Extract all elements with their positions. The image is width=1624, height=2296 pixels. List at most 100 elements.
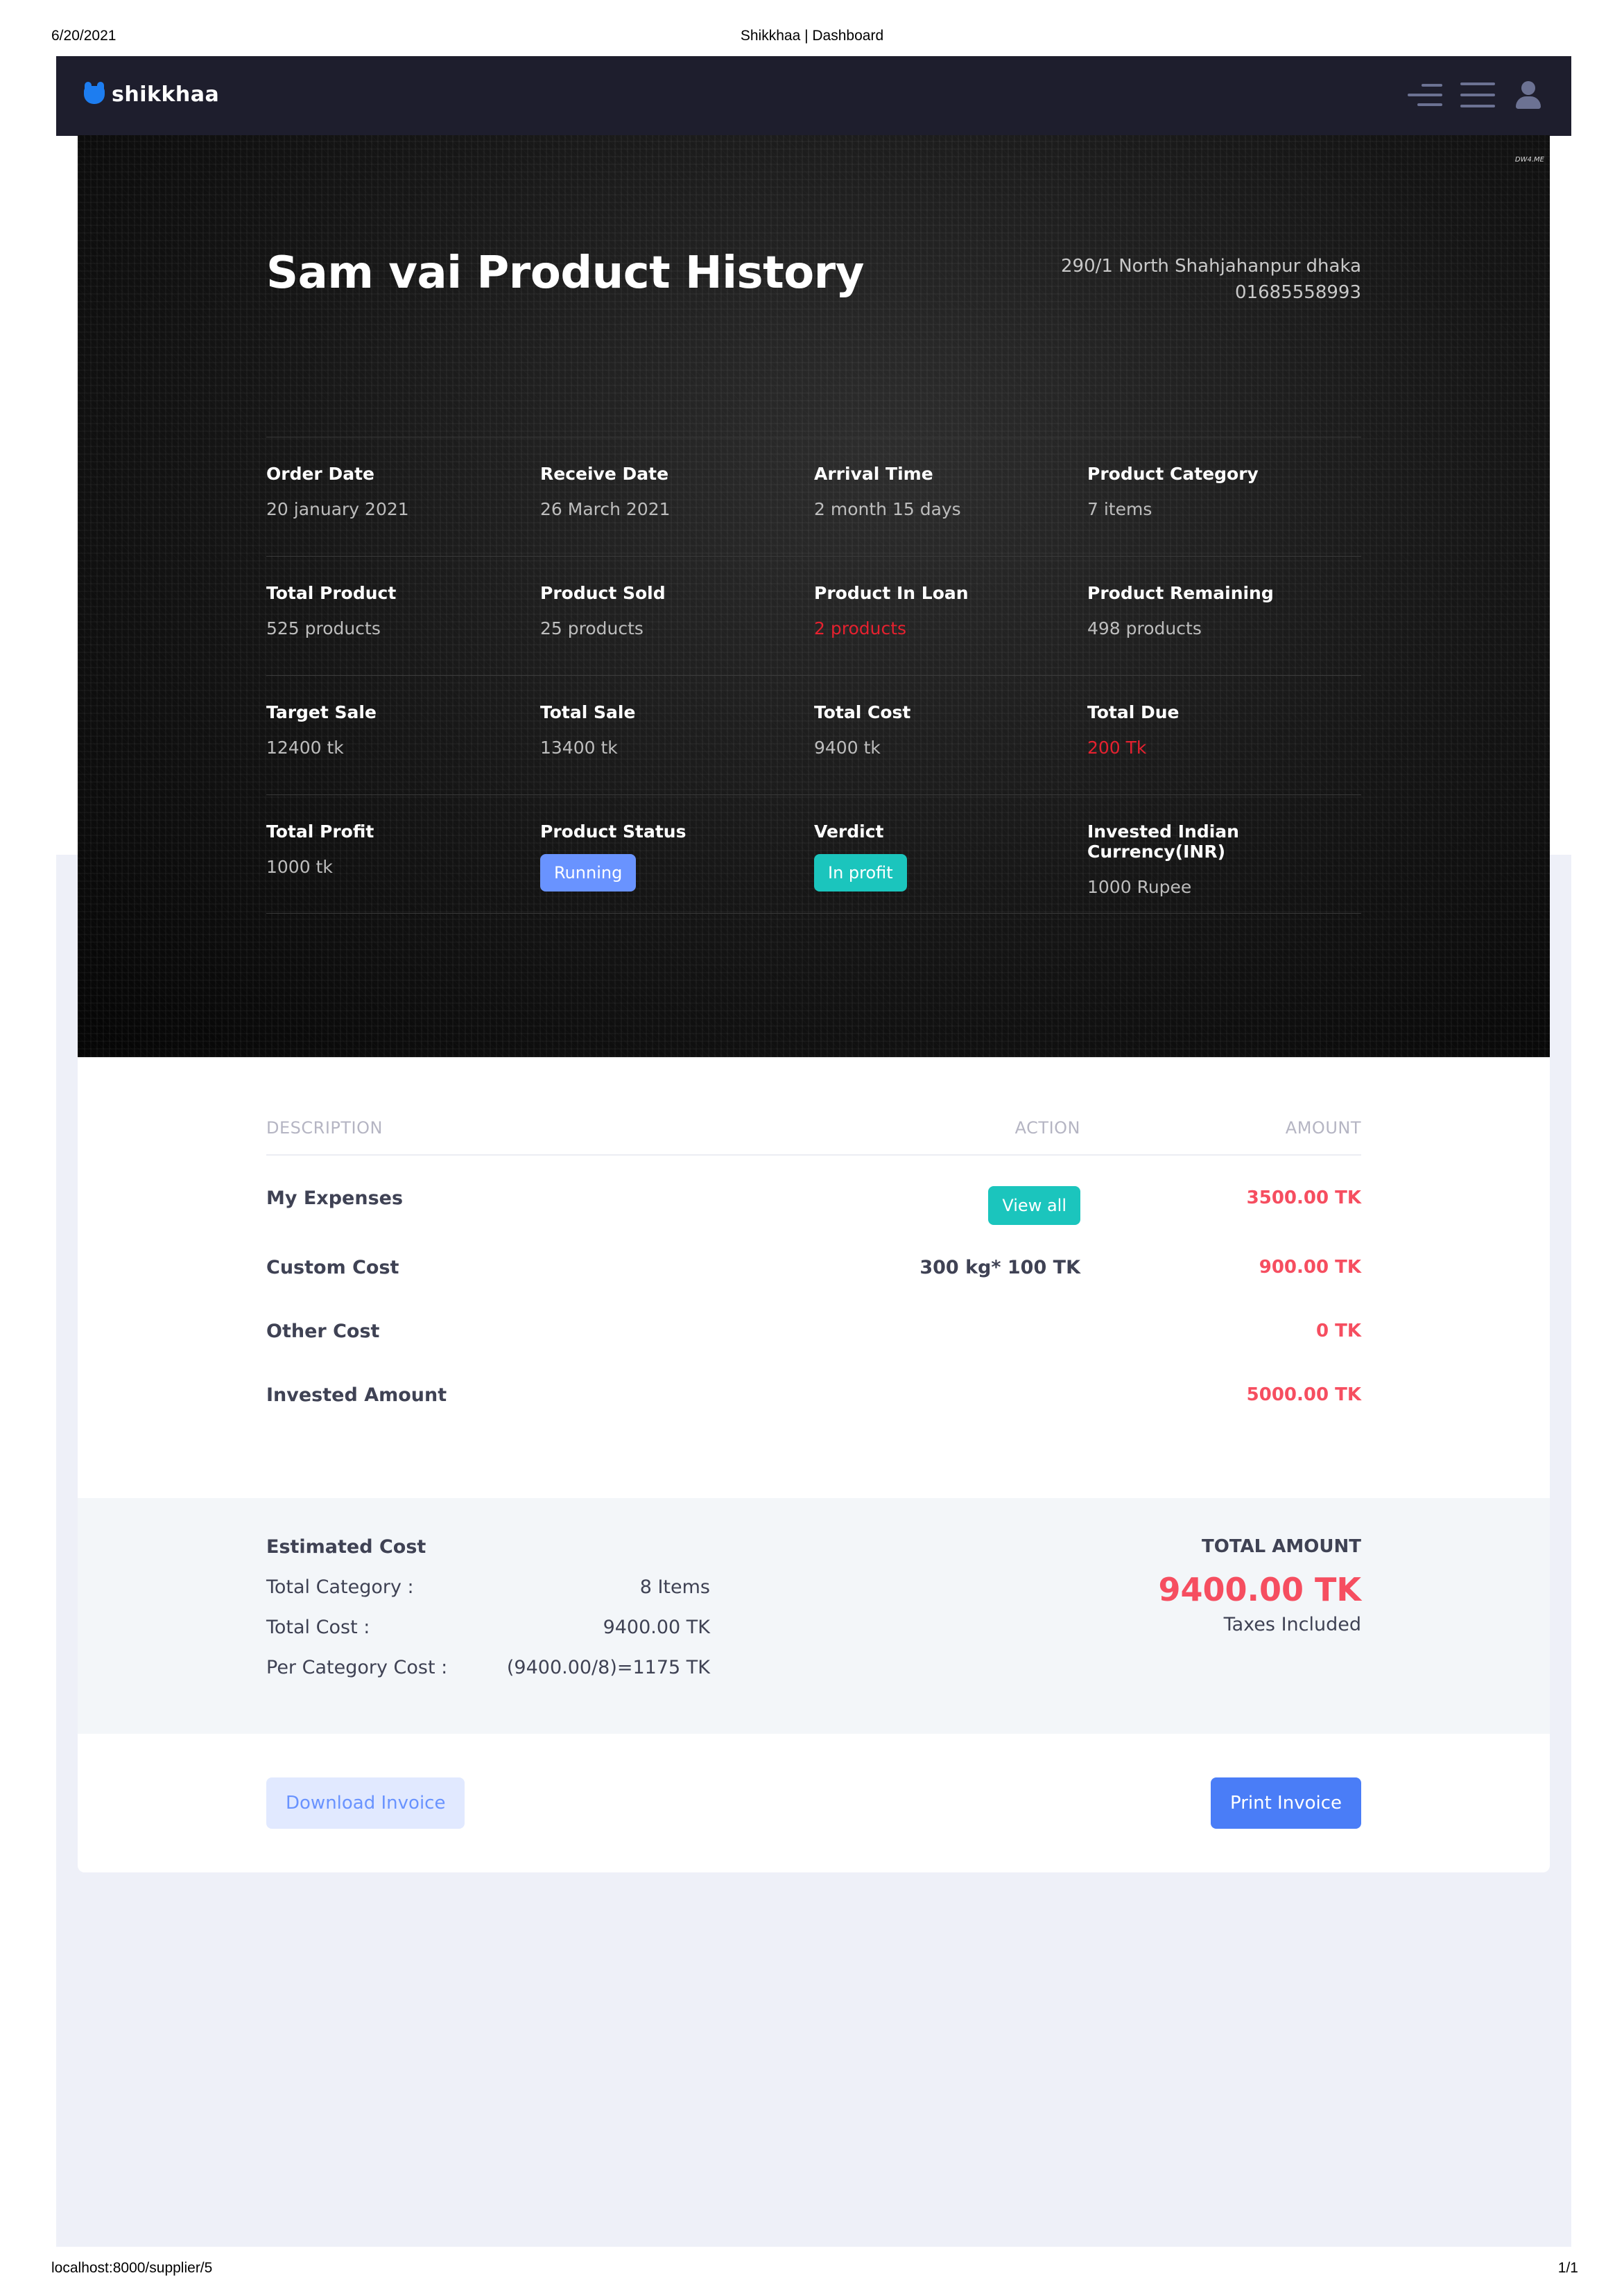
column-header-description: DESCRIPTION bbox=[266, 1118, 383, 1138]
info-label: Product Sold bbox=[540, 583, 666, 603]
info-row: Order Date 20 january 2021 Receive Date … bbox=[266, 437, 1361, 556]
page-title: Sam vai Product History bbox=[266, 247, 864, 299]
info-total-product: Total Product 525 products bbox=[266, 583, 540, 638]
info-value: 1000 Rupee bbox=[1087, 877, 1192, 897]
info-product-status: Product Status Running bbox=[540, 821, 814, 892]
info-label: Order Date bbox=[266, 464, 374, 484]
print-page-number: 1/1 bbox=[1557, 2260, 1578, 2276]
table-row: My Expenses View all 3500.00 TK bbox=[266, 1156, 1361, 1233]
info-target-sale: Target Sale 12400 tk bbox=[266, 702, 540, 758]
info-value: 525 products bbox=[266, 618, 381, 638]
row-amount: 900.00 TK bbox=[1259, 1257, 1361, 1278]
status-badge[interactable]: Running bbox=[540, 854, 637, 892]
info-label: Product In Loan bbox=[814, 583, 969, 603]
info-label: Product Status bbox=[540, 821, 686, 842]
supplier-address: 290/1 North Shahjahanpur dhaka 016855589… bbox=[1061, 253, 1361, 306]
info-row: Total Product 525 products Product Sold … bbox=[266, 556, 1361, 675]
summary-line: Total Cost : 9400.00 TK bbox=[266, 1617, 710, 1657]
invoice-card: DW4.ME Sam vai Product History 290/1 Nor… bbox=[78, 135, 1550, 1872]
cost-table: DESCRIPTION ACTION AMOUNT My Expenses Vi… bbox=[266, 1106, 1361, 1425]
info-label: Arrival Time bbox=[814, 464, 933, 484]
info-value: 7 items bbox=[1087, 499, 1152, 519]
top-navbar: shikkhaa bbox=[56, 56, 1571, 136]
row-description: Other Cost bbox=[266, 1321, 380, 1342]
info-value: 498 products bbox=[1087, 618, 1202, 638]
table-row: Other Cost 0 TK bbox=[266, 1297, 1361, 1361]
info-grid: Order Date 20 january 2021 Receive Date … bbox=[266, 437, 1361, 914]
column-header-action: ACTION bbox=[1014, 1118, 1080, 1138]
logo-icon bbox=[84, 81, 105, 104]
print-url: localhost:8000/supplier/5 bbox=[51, 2260, 213, 2276]
info-value: 2 month 15 days bbox=[814, 499, 961, 519]
summary-value: (9400.00/8)=1175 TK bbox=[506, 1657, 710, 1678]
summary-heading: Estimated Cost bbox=[266, 1536, 426, 1558]
print-footer: localhost:8000/supplier/5 1/1 bbox=[0, 2260, 1624, 2281]
print-title: Shikkhaa | Dashboard bbox=[740, 28, 884, 44]
info-label: Total Product bbox=[266, 583, 397, 603]
invoice-actions: Download Invoice Print Invoice bbox=[78, 1734, 1550, 1872]
info-receive-date: Receive Date 26 March 2021 bbox=[540, 464, 814, 519]
info-verdict: Verdict In profit bbox=[814, 821, 1088, 892]
info-value: 13400 tk bbox=[540, 738, 618, 758]
info-total-sale: Total Sale 13400 tk bbox=[540, 702, 814, 758]
info-label: Total Due bbox=[1087, 702, 1180, 722]
row-amount: 3500.00 TK bbox=[1246, 1188, 1361, 1208]
info-product-remaining: Product Remaining 498 products bbox=[1087, 583, 1361, 638]
table-header: DESCRIPTION ACTION AMOUNT bbox=[266, 1106, 1361, 1156]
info-label: Verdict bbox=[814, 821, 884, 842]
user-icon[interactable] bbox=[1513, 80, 1544, 110]
info-product-category: Product Category 7 items bbox=[1087, 464, 1361, 519]
info-label: Receive Date bbox=[540, 464, 669, 484]
brand-logo[interactable]: shikkhaa bbox=[84, 81, 219, 107]
address-line: 290/1 North Shahjahanpur dhaka bbox=[1061, 256, 1361, 277]
summary-key: Per Category Cost : bbox=[266, 1657, 448, 1678]
info-total-cost: Total Cost 9400 tk bbox=[814, 702, 1088, 758]
info-product-in-loan: Product In Loan 2 products bbox=[814, 583, 1088, 638]
print-header: 6/20/2021 Shikkhaa | Dashboard bbox=[0, 28, 1624, 49]
info-label: Total Sale bbox=[540, 702, 636, 722]
info-total-due: Total Due 200 Tk bbox=[1087, 702, 1361, 758]
info-order-date: Order Date 20 january 2021 bbox=[266, 464, 540, 519]
info-value: 9400 tk bbox=[814, 738, 881, 758]
row-action: 300 kg* 100 TK bbox=[919, 1257, 1080, 1278]
menu-icon[interactable] bbox=[1460, 80, 1495, 110]
phone-number: 01685558993 bbox=[1235, 282, 1361, 303]
info-value: 12400 tk bbox=[266, 738, 344, 758]
estimated-cost: Estimated Cost Total Category : 8 Items … bbox=[266, 1536, 710, 1697]
verdict-badge[interactable]: In profit bbox=[814, 854, 907, 892]
info-arrival-time: Arrival Time 2 month 15 days bbox=[814, 464, 1088, 519]
info-value: 26 March 2021 bbox=[540, 499, 671, 519]
row-amount: 0 TK bbox=[1315, 1321, 1361, 1341]
info-row: Total Profit 1000 tk Product Status Runn… bbox=[266, 794, 1361, 914]
topbar-actions bbox=[1408, 80, 1544, 110]
info-invested-inr: Invested Indian Currency(INR) 1000 Rupee bbox=[1087, 821, 1361, 897]
info-label: Total Profit bbox=[266, 821, 374, 842]
info-value: 25 products bbox=[540, 618, 643, 638]
watermark: DW4.ME bbox=[1514, 156, 1544, 164]
view-all-button[interactable]: View all bbox=[988, 1186, 1080, 1225]
total-amount-block: TOTAL AMOUNT 9400.00 TK Taxes Included bbox=[1158, 1536, 1361, 1635]
summary-line: Per Category Cost : (9400.00/8)=1175 TK bbox=[266, 1657, 710, 1697]
info-label: Target Sale bbox=[266, 702, 377, 722]
column-header-amount: AMOUNT bbox=[1285, 1118, 1361, 1138]
total-amount-label: TOTAL AMOUNT bbox=[1201, 1536, 1361, 1557]
summary-key: Total Category : bbox=[266, 1576, 414, 1598]
row-description: Invested Amount bbox=[266, 1384, 447, 1406]
info-label: Product Category bbox=[1087, 464, 1259, 484]
menu-lines-icon[interactable] bbox=[1408, 80, 1442, 110]
print-invoice-button[interactable]: Print Invoice bbox=[1210, 1777, 1361, 1829]
table-row: Invested Amount 5000.00 TK bbox=[266, 1361, 1361, 1425]
table-row: Custom Cost 300 kg* 100 TK 900.00 TK bbox=[266, 1233, 1361, 1297]
info-row: Target Sale 12400 tk Total Sale 13400 tk… bbox=[266, 675, 1361, 794]
info-value: 2 products bbox=[814, 618, 907, 638]
app-window: shikkhaa DW4.ME Sam vai Product History … bbox=[56, 56, 1571, 2247]
taxes-note: Taxes Included bbox=[1223, 1614, 1361, 1635]
summary-key: Total Cost : bbox=[266, 1617, 370, 1638]
total-amount-value: 9400.00 TK bbox=[1158, 1571, 1361, 1608]
summary-line: Total Category : 8 Items bbox=[266, 1576, 710, 1617]
summary-value: 9400.00 TK bbox=[603, 1617, 710, 1638]
download-invoice-button[interactable]: Download Invoice bbox=[266, 1777, 465, 1829]
row-amount: 5000.00 TK bbox=[1246, 1384, 1361, 1405]
info-value: 1000 tk bbox=[266, 857, 333, 877]
info-label: Total Cost bbox=[814, 702, 911, 722]
